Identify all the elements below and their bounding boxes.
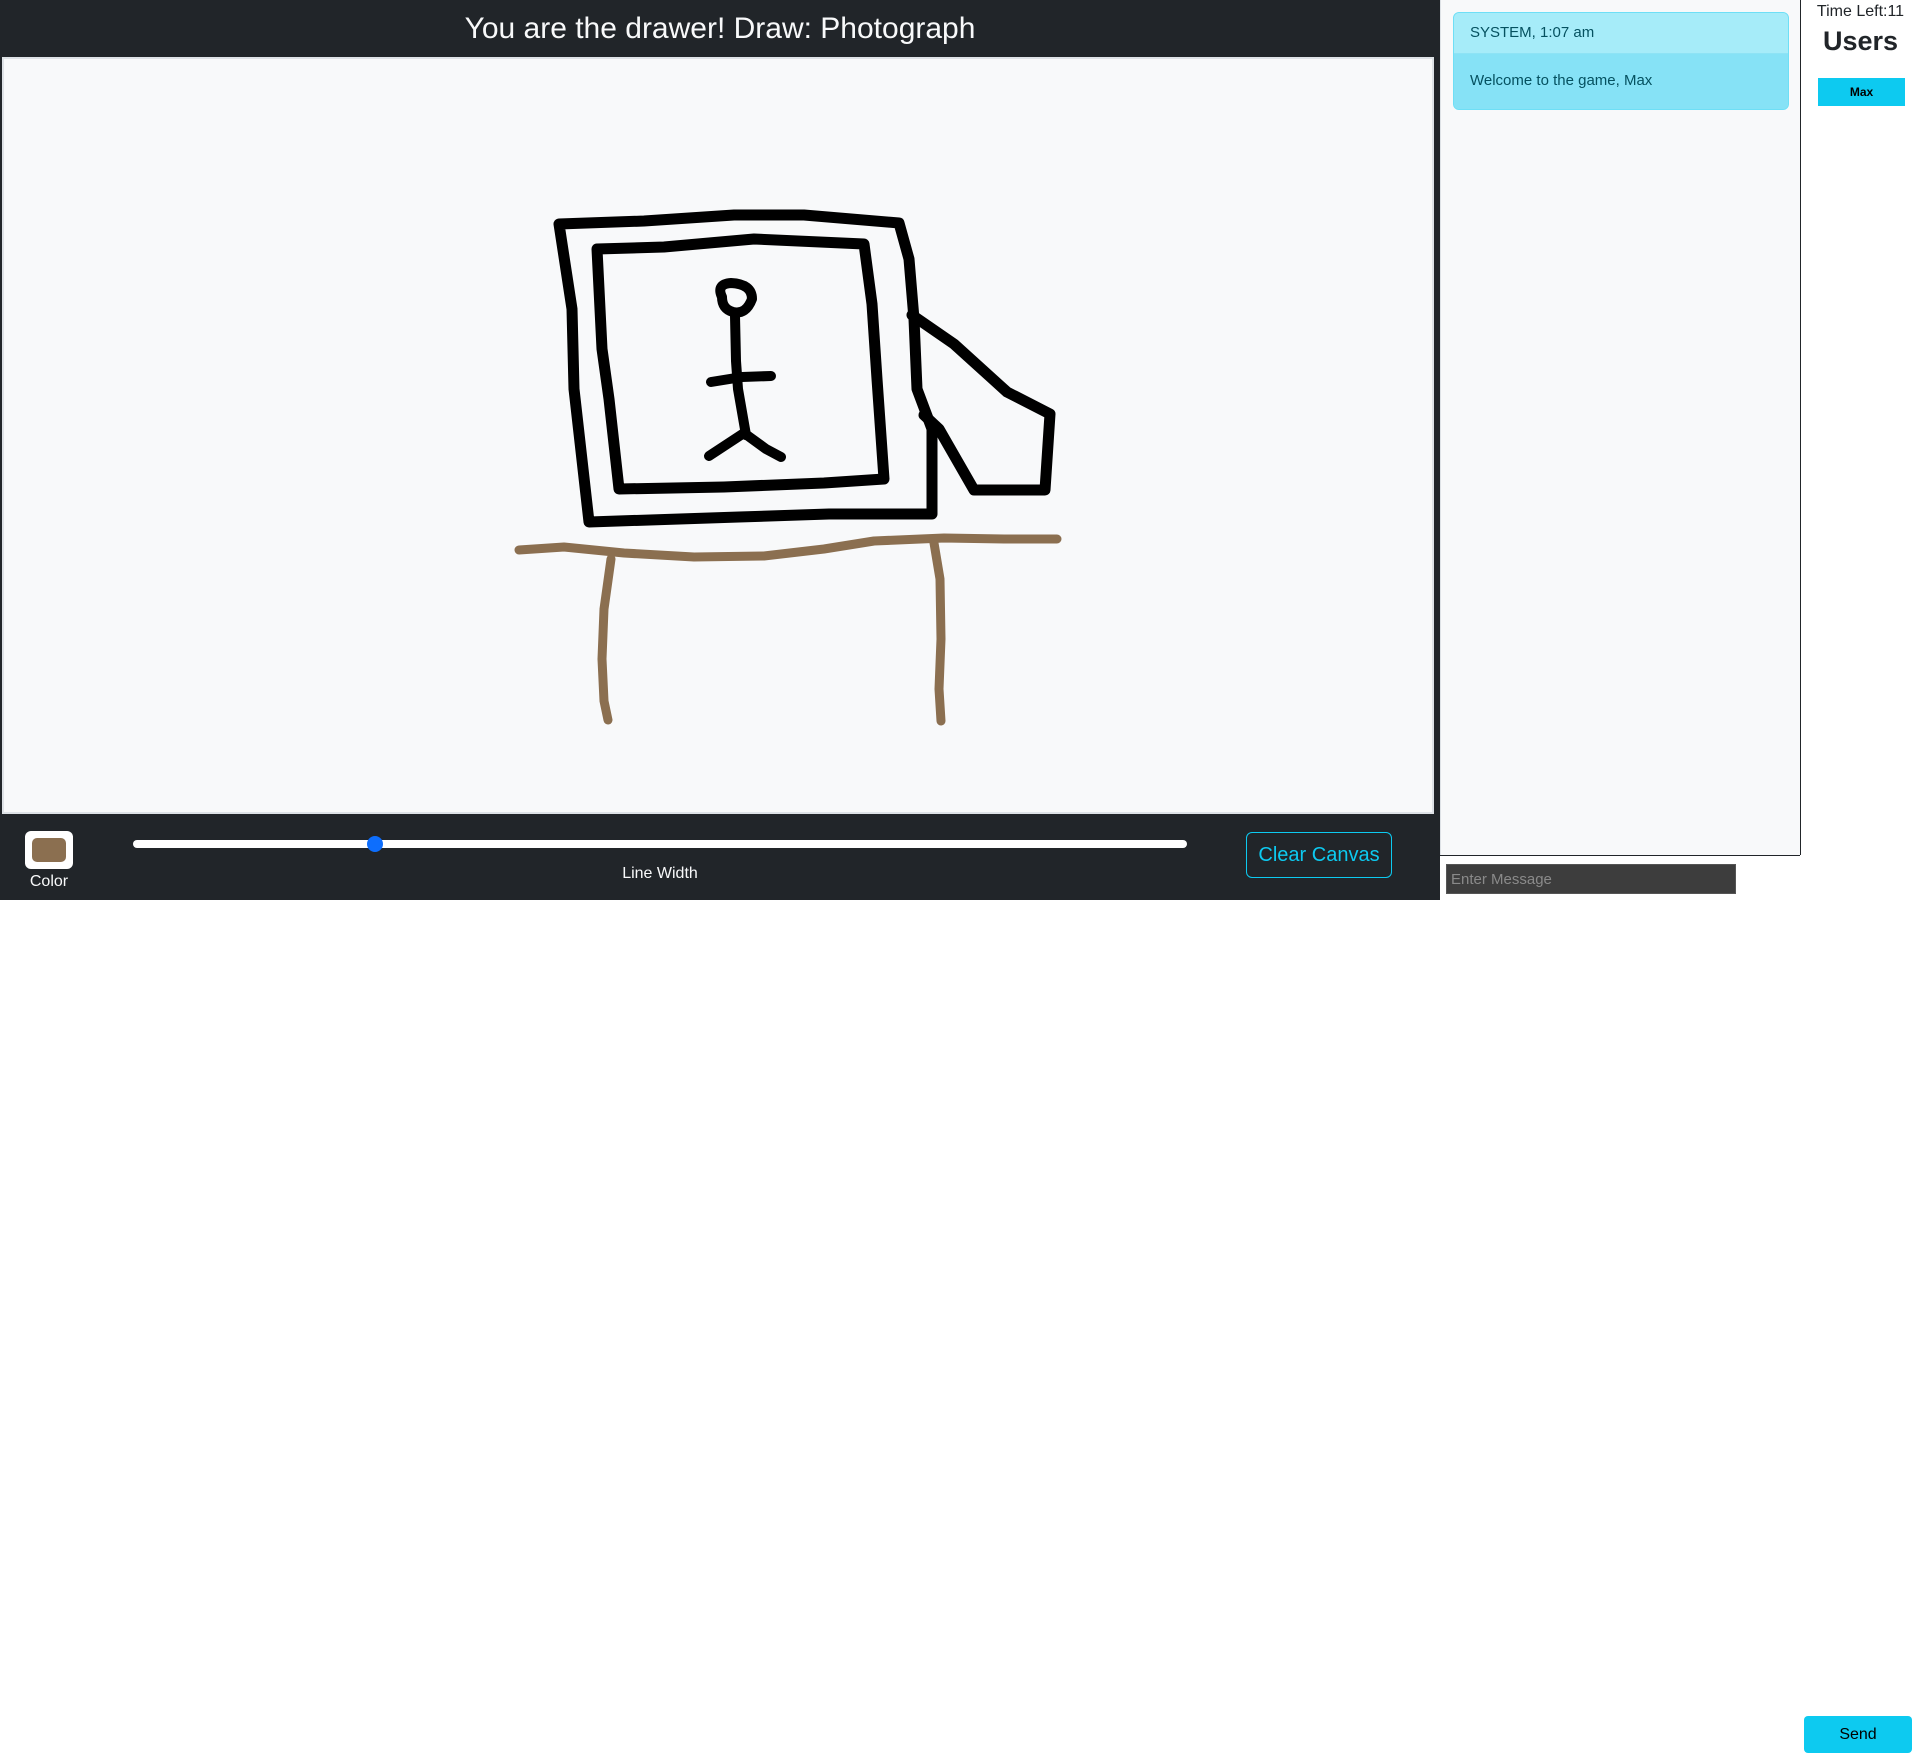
chat-message-text: Welcome to the game, Max [1454,54,1788,109]
stroke-figure-arms [706,371,776,387]
send-button[interactable]: Send [1804,1716,1912,1753]
line-width-slider-thumb[interactable] [367,836,384,852]
line-width-label: Line Width [622,865,698,882]
drawing-canvas[interactable] [2,57,1434,814]
game-area: You are the drawer! Draw: Photograph Col… [0,0,1440,900]
chat-input-bar: Send [1440,855,1912,1753]
stroke-figure-head [715,278,757,318]
stroke-table-top [514,533,1062,562]
chat-message-header: SYSTEM, 1:07 am [1454,13,1788,54]
user-item[interactable]: Max [1818,78,1905,106]
chat-message-input[interactable] [1446,864,1736,894]
users-title: Users [1822,26,1899,56]
color-swatch [32,838,66,862]
drawing-strokes [514,209,1062,726]
users-panel: Time Left:11 Users Max [1800,0,1919,855]
clear-canvas-button[interactable]: Clear Canvas [1246,832,1392,878]
color-picker-button[interactable] [25,831,73,869]
color-label: Color [29,873,69,890]
chat-panel: SYSTEM, 1:07 am Welcome to the game, Max [1440,0,1800,855]
drawing-toolbar: Color Line Width Clear Canvas [0,816,1440,900]
time-left: Time Left:11 [1816,3,1905,20]
page-title: You are the drawer! Draw: Photograph [464,11,976,45]
stroke-table-leg-right [929,538,946,726]
stroke-figure-legs [704,428,786,462]
chat-message: SYSTEM, 1:07 am Welcome to the game, Max [1453,12,1789,110]
stroke-table-leg-left [597,554,616,725]
line-width-slider[interactable] [133,836,1187,852]
